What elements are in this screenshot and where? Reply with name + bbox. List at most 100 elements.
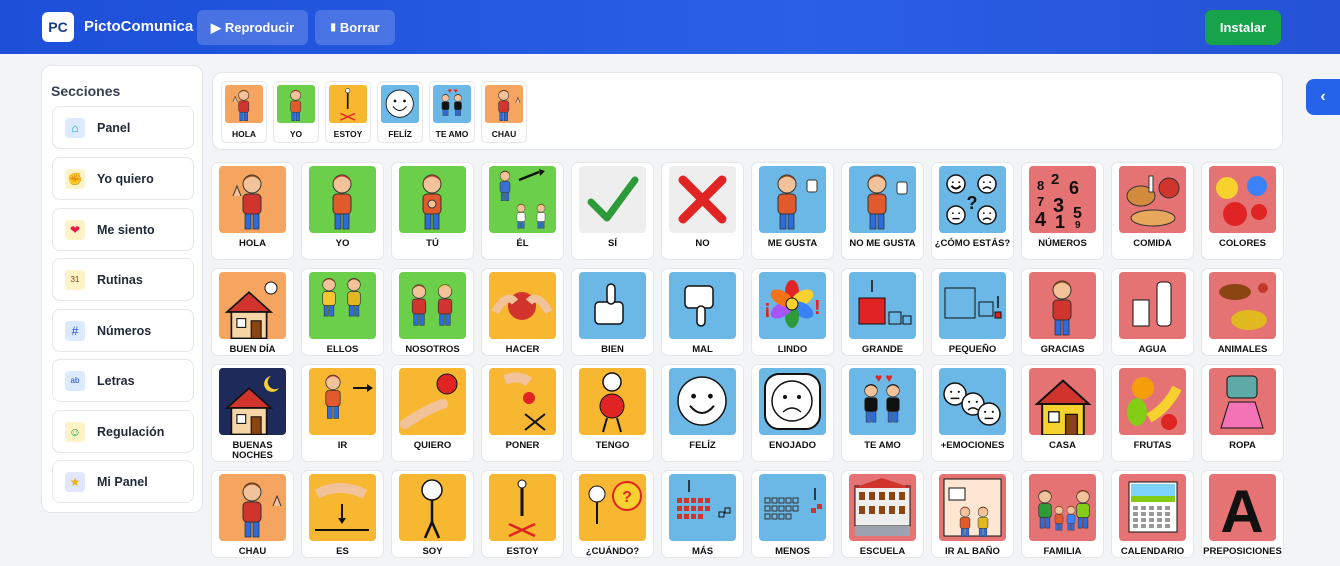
pictogram-card[interactable]: ELLOS: [301, 268, 384, 356]
happy-face-icon: [669, 368, 736, 435]
sentence-item[interactable]: CHAU: [481, 81, 527, 143]
svg-text:¡: ¡: [764, 297, 771, 319]
pictogram-card[interactable]: FRUTAS: [1111, 364, 1194, 462]
pictogram-label: TENGO: [595, 440, 630, 451]
love-icon: ♥ ♥: [849, 368, 916, 435]
pictogram-card[interactable]: NO: [661, 162, 744, 260]
pictogram-card[interactable]: NO ME GUSTA: [841, 162, 924, 260]
pictogram-card[interactable]: BIEN: [571, 268, 654, 356]
pictogram-card[interactable]: QUIERO: [391, 364, 474, 462]
sentence-item[interactable]: ♥ ♥ TE AMO: [429, 81, 475, 143]
happy-face-icon: [381, 85, 419, 123]
person-waving-icon: [225, 85, 263, 123]
pictogram-card[interactable]: COLORES: [1201, 162, 1284, 260]
pictogram-card[interactable]: SOY: [391, 470, 474, 558]
pictogram-card[interactable]: ? ¿CUÁNDO?: [571, 470, 654, 558]
pictogram-card[interactable]: ES: [301, 470, 384, 558]
sidebar-item-números[interactable]: # Números: [52, 309, 194, 352]
pictogram-card[interactable]: ÉL: [481, 162, 564, 260]
pictogram-card[interactable]: IR AL BAÑO: [931, 470, 1014, 558]
pictogram-card[interactable]: ¡! LINDO: [751, 268, 834, 356]
animals-icon: [1209, 272, 1276, 339]
sentence-item-label: ESTOY: [333, 129, 363, 139]
collapse-panel-button[interactable]: ‹: [1306, 79, 1340, 115]
put-icon: [489, 368, 556, 435]
pictogram-card[interactable]: FAMILIA: [1021, 470, 1104, 558]
pictogram-card[interactable]: 826 734 159 NÚMEROS: [1021, 162, 1104, 260]
pictogram-card[interactable]: PEQUEÑO: [931, 268, 1014, 356]
pictogram-card[interactable]: ANIMALES: [1201, 268, 1284, 356]
svg-text:4: 4: [1035, 209, 1047, 231]
sentence-item[interactable]: ESTOY: [325, 81, 371, 143]
house-sun-icon: [219, 272, 286, 339]
pictogram-card[interactable]: ESCUELA: [841, 470, 924, 558]
pictogram-card[interactable]: AGUA: [1111, 268, 1194, 356]
sidebar-item-panel[interactable]: ⌂ Panel: [52, 106, 194, 149]
pictogram-card[interactable]: A PREPOSICIONES: [1201, 470, 1284, 558]
pictogram-card[interactable]: CASA: [1021, 364, 1104, 462]
pictogram-label: NÚMEROS: [1038, 238, 1087, 249]
pictogram-label: BUEN DÍA: [229, 344, 276, 355]
letter-a-icon: A: [1209, 474, 1276, 541]
numbers-icon: 826 734 159: [1029, 166, 1096, 233]
pictogram-card[interactable]: MAL: [661, 268, 744, 356]
sidebar-item-rutinas[interactable]: 31 Rutinas: [52, 258, 194, 301]
pictogram-card[interactable]: ESTOY: [481, 470, 564, 558]
sidebar-item-letras[interactable]: ab Letras: [52, 359, 194, 402]
pictogram-card[interactable]: ROPA: [1201, 364, 1284, 462]
pictogram-card[interactable]: TÚ: [391, 162, 474, 260]
pictogram-card[interactable]: MÁS: [661, 470, 744, 558]
pictogram-card[interactable]: HACER: [481, 268, 564, 356]
sidebar-item-yo-quiero[interactable]: ✊ Yo quiero: [52, 157, 194, 200]
pictogram-card[interactable]: PONER: [481, 364, 564, 462]
letters-icon: ab: [65, 370, 85, 391]
sidebar-item-mi-panel[interactable]: ★ Mi Panel: [52, 460, 194, 503]
pictogram-card[interactable]: TENGO: [571, 364, 654, 462]
pictogram-card[interactable]: YO: [301, 162, 384, 260]
pictogram-card[interactable]: GRANDE: [841, 268, 924, 356]
pictogram-card[interactable]: +EMOCIONES: [931, 364, 1014, 462]
pictogram-label: FRUTAS: [1133, 440, 1172, 451]
clear-button[interactable]: ▮ Borrar: [315, 10, 395, 45]
boy-pointing-icon: [399, 166, 466, 233]
pictogram-label: ROPA: [1229, 440, 1256, 451]
pictogram-card[interactable]: NOSOTROS: [391, 268, 474, 356]
pictogram-label: MENOS: [775, 546, 810, 557]
pictogram-card[interactable]: BUEN DÍA: [211, 268, 294, 356]
pictogram-card[interactable]: IR: [301, 364, 384, 462]
pictogram-label: GRACIAS: [1040, 344, 1085, 355]
sidebar-item-me-siento[interactable]: ❤ Me siento: [52, 208, 194, 251]
svg-text:♥ ♥: ♥ ♥: [875, 371, 893, 385]
pictogram-card[interactable]: SÍ: [571, 162, 654, 260]
faces-question-icon: ?: [939, 166, 1006, 233]
play-button[interactable]: ▶ Reproducir: [197, 10, 308, 45]
he-icon: [489, 166, 556, 233]
pictogram-card[interactable]: ME GUSTA: [751, 162, 834, 260]
pictogram-card[interactable]: CALENDARIO: [1111, 470, 1194, 558]
sentence-item[interactable]: HOLA: [221, 81, 267, 143]
pictogram-card[interactable]: FELÍZ: [661, 364, 744, 462]
pictogram-card[interactable]: GRACIAS: [1021, 268, 1104, 356]
sentence-item[interactable]: YO: [273, 81, 319, 143]
pictogram-card[interactable]: CHAU: [211, 470, 294, 558]
pictogram-card[interactable]: HOLA: [211, 162, 294, 260]
person-waving-icon: [219, 166, 286, 233]
sidebar-item-regulación[interactable]: ☺ Regulación: [52, 410, 194, 453]
pictogram-label: GRANDE: [861, 344, 904, 355]
install-button[interactable]: Instalar: [1205, 10, 1281, 45]
pictogram-label: HACER: [505, 344, 540, 355]
sentence-item[interactable]: FELÍZ: [377, 81, 423, 143]
pictogram-label: TÚ: [426, 238, 439, 249]
pictogram-card[interactable]: ♥ ♥ TE AMO: [841, 364, 924, 462]
pictogram-card[interactable]: ? ¿CÓMO ESTÁS?: [931, 162, 1014, 260]
pictogram-card[interactable]: COMIDA: [1111, 162, 1194, 260]
app-logo: PC: [42, 12, 74, 42]
pictogram-card[interactable]: MENOS: [751, 470, 834, 558]
pictogram-card[interactable]: ENOJADO: [751, 364, 834, 462]
pictogram-card[interactable]: BUENAS NOCHES: [211, 364, 294, 462]
pictogram-label: LINDO: [777, 344, 808, 355]
sidebar-item-label: Rutinas: [97, 272, 143, 287]
is-icon: [309, 474, 376, 541]
pictogram-label: FAMILIA: [1043, 546, 1082, 557]
svg-text:6: 6: [1069, 178, 1079, 198]
